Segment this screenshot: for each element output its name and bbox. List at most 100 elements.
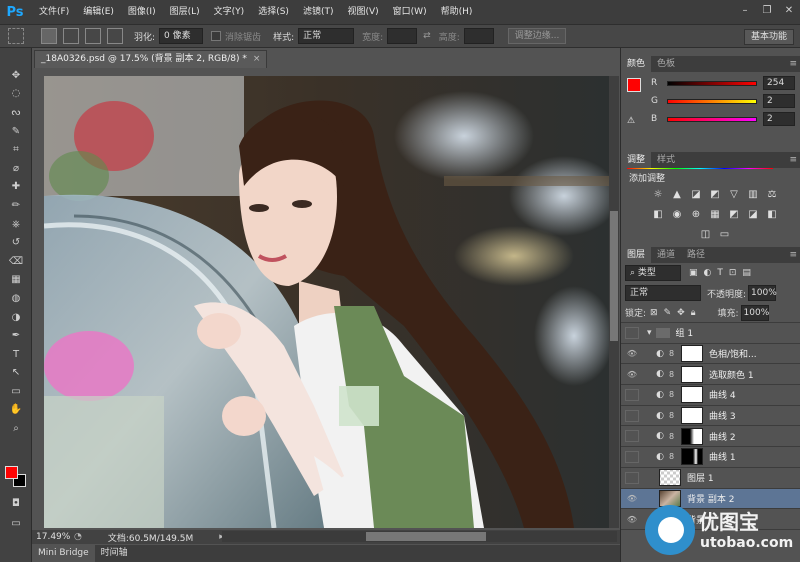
menu-item[interactable]: 文件(F) — [32, 0, 76, 24]
visibility-eye-icon[interactable]: 👁︎ — [625, 368, 639, 380]
photo-filter-icon[interactable]: ◉ — [670, 207, 685, 221]
menu-item[interactable]: 窗口(W) — [386, 0, 434, 24]
type-tool-icon[interactable]: T — [0, 345, 32, 364]
black-white-icon[interactable]: ◧ — [651, 207, 666, 221]
visibility-eye-icon[interactable] — [625, 409, 639, 422]
rectangle-tool-icon[interactable]: ▭ — [0, 382, 32, 401]
slider-track[interactable] — [667, 116, 757, 122]
posterize-icon[interactable]: ◪ — [746, 207, 761, 221]
tab-timeline[interactable]: 时间轴 — [95, 545, 134, 562]
fill-input[interactable]: 100% — [740, 304, 769, 321]
tab-color[interactable]: 颜色 — [621, 56, 652, 72]
visibility-eye-icon[interactable] — [625, 326, 639, 339]
tab-channels[interactable]: 通道 — [651, 247, 681, 263]
intersect-selection-icon[interactable] — [107, 28, 123, 44]
panel-menu-icon[interactable]: ≡ — [789, 155, 797, 165]
slider-track[interactable] — [667, 80, 757, 86]
layer-row[interactable]: ◐ 8 曲线 2 — [621, 426, 800, 448]
foreground-color[interactable] — [5, 466, 18, 479]
visibility-eye-icon[interactable] — [625, 471, 639, 484]
canvas[interactable] — [44, 76, 609, 528]
levels-icon[interactable]: ▲ — [670, 187, 685, 201]
quick-select-tool-icon[interactable]: ✎ — [0, 122, 32, 141]
layer-row[interactable]: ◐ 8 曲线 3 — [621, 406, 800, 427]
filter-pixel-icon[interactable]: ▣ — [689, 268, 698, 278]
eyedropper-tool-icon[interactable]: ⌀ — [0, 159, 32, 178]
slider-track[interactable] — [667, 98, 757, 104]
vibrance-icon[interactable]: ▽ — [727, 187, 742, 201]
marquee-tool-icon[interactable]: ◌ — [0, 85, 32, 104]
healing-brush-tool-icon[interactable]: ✚ — [0, 178, 32, 197]
menu-item[interactable]: 视图(V) — [340, 0, 385, 24]
color-swatches[interactable] — [5, 466, 27, 488]
style-select[interactable]: 正常 — [298, 28, 355, 44]
pen-tool-icon[interactable]: ✒ — [0, 326, 32, 345]
menu-item[interactable]: 图像(I) — [121, 0, 163, 24]
filter-type-icon[interactable]: T — [717, 268, 723, 278]
document-tab[interactable]: _18A0326.psd @ 17.5% (背景 副本 2, RGB/8) * × — [34, 50, 268, 68]
selective-color-icon[interactable]: ◫ — [698, 227, 713, 241]
status-info-icon[interactable]: ◔ — [74, 532, 82, 542]
blur-tool-icon[interactable]: ◍ — [0, 289, 32, 308]
layer-row[interactable]: ▾ 组 1 — [621, 323, 800, 344]
lock-transparency-icon[interactable]: ⊠ — [650, 308, 658, 318]
layer-row[interactable]: 👁︎ ◐ 8 选取颜色 1 — [621, 364, 800, 386]
subtract-selection-icon[interactable] — [85, 28, 101, 44]
layer-row[interactable]: 图层 1 — [621, 468, 800, 489]
visibility-eye-icon[interactable]: 👁︎ — [625, 513, 639, 525]
panel-menu-icon[interactable]: ≡ — [789, 250, 797, 260]
minimize-icon[interactable]: – — [734, 0, 756, 20]
swap-icon[interactable]: ⇄ — [423, 31, 431, 41]
slider-value[interactable]: 254 — [763, 76, 795, 90]
move-tool-icon[interactable]: ✥ — [0, 66, 32, 85]
workspace-button[interactable]: 基本功能 — [743, 29, 794, 45]
lock-position-icon[interactable]: ✥ — [677, 308, 685, 318]
lock-paint-icon[interactable]: ✎ — [664, 308, 672, 318]
tab-styles[interactable]: 样式 — [651, 152, 681, 168]
visibility-eye-icon[interactable] — [625, 450, 639, 463]
marquee-preset-icon[interactable] — [8, 28, 24, 44]
menu-item[interactable]: 帮助(H) — [434, 0, 480, 24]
refine-edge-button[interactable]: 调整边缘... — [507, 28, 567, 44]
tab-swatches[interactable]: 色板 — [651, 56, 681, 72]
visibility-eye-icon[interactable]: 👁︎ — [625, 348, 639, 360]
new-selection-icon[interactable] — [41, 28, 57, 44]
invert-icon[interactable]: ◩ — [727, 207, 742, 221]
width-input[interactable] — [387, 28, 418, 44]
exposure-icon[interactable]: ◩ — [708, 187, 723, 201]
vertical-scrollbar[interactable] — [609, 76, 619, 528]
color-lookup-icon[interactable]: ▦ — [708, 207, 723, 221]
add-selection-icon[interactable] — [63, 28, 79, 44]
zoom-tool-icon[interactable]: ⌕ — [0, 419, 32, 438]
gradient-map-icon[interactable]: ▭ — [717, 227, 732, 241]
close-icon[interactable]: × — [253, 54, 261, 64]
antialias-checkbox[interactable] — [211, 31, 222, 41]
history-brush-tool-icon[interactable]: ↺ — [0, 233, 32, 252]
horizontal-scrollbar[interactable] — [222, 531, 617, 542]
menu-item[interactable]: 选择(S) — [251, 0, 296, 24]
tab-paths[interactable]: 路径 — [681, 247, 711, 263]
filter-smart-icon[interactable]: ▤ — [742, 268, 751, 278]
menu-item[interactable]: 编辑(E) — [76, 0, 121, 24]
height-input[interactable] — [463, 28, 494, 44]
lasso-tool-icon[interactable]: ᔓ — [0, 103, 32, 122]
tab-adjustments[interactable]: 调整 — [621, 152, 652, 168]
hand-tool-icon[interactable]: ✋ — [0, 401, 32, 420]
layer-row[interactable]: 👁︎ ◐ 8 色相/饱和... — [621, 344, 800, 365]
clone-stamp-tool-icon[interactable]: ⎈ — [0, 215, 32, 234]
blend-mode-select[interactable]: 正常 — [625, 285, 701, 301]
filter-shape-icon[interactable]: ⊡ — [729, 268, 737, 278]
dodge-tool-icon[interactable]: ◑ — [0, 308, 32, 327]
slider-value[interactable]: 2 — [763, 112, 795, 126]
visibility-eye-icon[interactable] — [625, 430, 639, 443]
quick-mask-icon[interactable]: ◘ — [0, 494, 32, 513]
screen-mode-icon[interactable]: ▭ — [0, 514, 32, 533]
menu-item[interactable]: 滤镜(T) — [296, 0, 341, 24]
color-balance-icon[interactable]: ⚖ — [765, 187, 780, 201]
layer-row[interactable]: ◐ 8 曲线 1 — [621, 447, 800, 468]
visibility-eye-icon[interactable]: 👁︎ — [625, 492, 639, 504]
menu-item[interactable]: 文字(Y) — [207, 0, 252, 24]
vertical-scroll-thumb[interactable] — [610, 211, 618, 341]
brightness-contrast-icon[interactable]: ☼ — [651, 187, 666, 201]
layer-filter-select[interactable]: ⌕ 类型 — [625, 265, 681, 281]
